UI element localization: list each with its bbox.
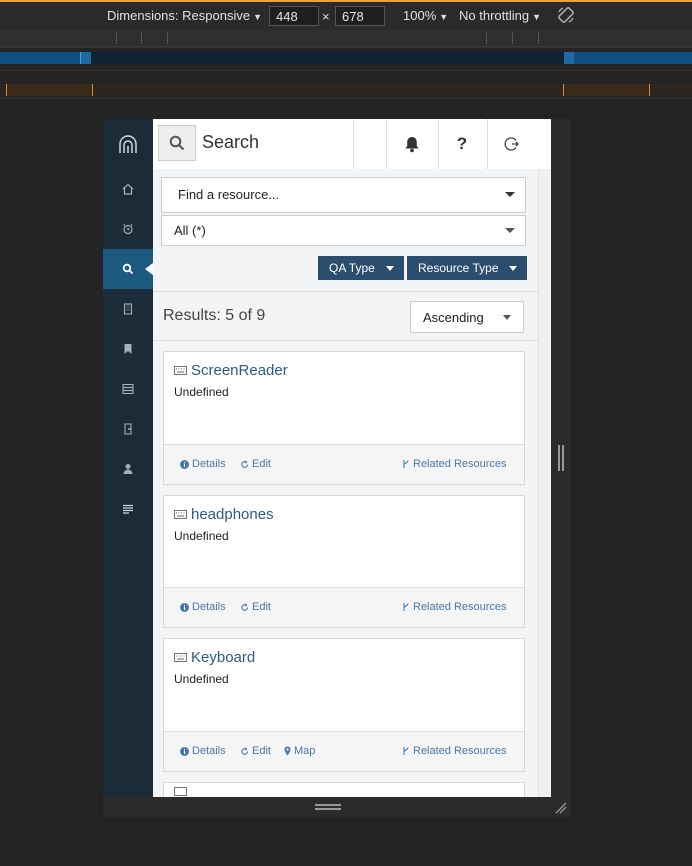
card-title-link[interactable]: Keyboard [191, 649, 255, 666]
related-resources-link[interactable]: Related Resources [402, 601, 507, 613]
device-ruler [0, 30, 692, 47]
sort-select[interactable]: Ascending [410, 301, 524, 333]
info-icon [180, 459, 189, 469]
qa-type-label: QA Type [329, 261, 375, 275]
grip-icon [558, 445, 564, 471]
card-title-link[interactable]: ScreenReader [191, 362, 288, 379]
media-query-bar-max-width[interactable] [0, 52, 692, 64]
alarm-icon[interactable] [103, 209, 153, 249]
top-bar: Search ? [153, 119, 538, 170]
details-link[interactable]: Details [180, 601, 226, 613]
keyboard-icon [174, 787, 187, 796]
search-nav-icon[interactable] [103, 249, 153, 289]
grip-icon [315, 804, 341, 810]
rotate-icon[interactable] [556, 5, 576, 28]
list-icon[interactable] [103, 489, 153, 529]
find-resource-select[interactable]: Find a resource... [161, 177, 526, 213]
keyboard-icon [174, 653, 187, 662]
find-resource-label: Find a resource... [178, 187, 280, 202]
media-query-bar-min-width[interactable] [0, 84, 692, 96]
home-icon[interactable] [103, 169, 153, 209]
dimensions-dropdown[interactable]: Dimensions: Responsive ▼ [107, 8, 262, 23]
resource-card: Keyboard Undefined Details Edit Map Rela… [163, 638, 525, 772]
right-resize-handle[interactable] [551, 119, 571, 797]
details-link[interactable]: Details [180, 458, 226, 470]
caret-down-icon: ▼ [532, 12, 542, 22]
qa-type-button[interactable]: QA Type [318, 256, 404, 280]
map-marker-icon [284, 746, 291, 756]
zoom-label: 100% [403, 8, 437, 23]
edit-link[interactable]: Edit [241, 458, 271, 470]
throttling-dropdown[interactable]: No throttling ▼ [459, 8, 541, 23]
corner-resize-icon[interactable] [555, 801, 567, 814]
related-resources-link[interactable]: Related Resources [402, 458, 507, 470]
resource-card [163, 782, 525, 797]
caret-down-icon: ▼ [439, 12, 449, 22]
all-filter-label: All (*) [174, 223, 206, 238]
height-input[interactable] [335, 6, 385, 26]
results-count: Results: 5 of 9 [163, 307, 266, 324]
search-input[interactable]: Search [202, 132, 259, 153]
refresh-icon [241, 460, 249, 468]
card-subtitle: Undefined [174, 672, 229, 686]
devtools-toolbar: Dimensions: Responsive▼ × 100%▼ No throt… [0, 0, 692, 30]
card-subtitle: Undefined [174, 385, 229, 399]
card-title-link[interactable]: headphones [191, 506, 274, 523]
caret-down-icon [503, 315, 511, 320]
sidebar [103, 119, 153, 797]
branch-icon [403, 747, 409, 755]
resource-type-button[interactable]: Resource Type [407, 256, 527, 280]
building-icon[interactable] [103, 289, 153, 329]
times-symbol: × [322, 9, 330, 24]
width-input[interactable] [269, 6, 319, 26]
card-footer: Details Edit Related Resources [164, 444, 524, 484]
branch-icon [403, 603, 409, 611]
card-subtitle: Undefined [174, 529, 229, 543]
refresh-icon [241, 747, 249, 755]
caret-down-icon [505, 192, 515, 197]
server-icon[interactable] [103, 369, 153, 409]
resource-type-label: Resource Type [418, 261, 499, 275]
dimensions-label: Dimensions: Responsive [107, 8, 251, 23]
page-viewport: Search ? Find a resource... All (*) QA T… [103, 119, 551, 797]
caret-down-icon [386, 266, 394, 271]
door-icon[interactable] [103, 409, 153, 449]
map-link[interactable]: Map [284, 745, 315, 757]
page-scrollbar[interactable] [538, 169, 551, 797]
edit-link[interactable]: Edit [241, 745, 271, 757]
info-icon [180, 602, 189, 612]
help-icon[interactable]: ? [440, 119, 484, 169]
caret-down-icon [505, 228, 515, 233]
resource-card: ScreenReader Undefined Details Edit Rela… [163, 351, 525, 485]
keyboard-icon [174, 366, 187, 375]
caret-down-icon: ▼ [253, 12, 262, 22]
results-bar: Results: 5 of 9 Ascending [153, 291, 538, 341]
zoom-dropdown[interactable]: 100% ▼ [403, 8, 448, 23]
branch-icon [403, 460, 409, 468]
bookmark-icon[interactable] [103, 329, 153, 369]
all-filter-select[interactable]: All (*) [161, 215, 526, 246]
card-footer: Details Edit Related Resources [164, 587, 524, 627]
user-icon[interactable] [103, 449, 153, 489]
bell-icon[interactable] [390, 119, 434, 169]
search-icon [169, 135, 185, 151]
sort-label: Ascending [423, 310, 484, 325]
main-content: Find a resource... All (*) QA Type Resou… [153, 169, 538, 797]
info-icon [180, 746, 189, 756]
logout-icon[interactable] [490, 119, 534, 169]
bottom-resize-handle[interactable] [103, 797, 571, 817]
logo-icon[interactable] [103, 119, 153, 169]
resource-card: headphones Undefined Details Edit Relate… [163, 495, 525, 628]
caret-down-icon [509, 266, 517, 271]
throttling-label: No throttling [459, 8, 530, 23]
related-resources-link[interactable]: Related Resources [402, 745, 507, 757]
refresh-icon [241, 603, 249, 611]
details-link[interactable]: Details [180, 745, 226, 757]
keyboard-icon [174, 510, 187, 519]
edit-link[interactable]: Edit [241, 601, 271, 613]
search-button[interactable] [158, 125, 196, 161]
card-footer: Details Edit Map Related Resources [164, 731, 524, 771]
